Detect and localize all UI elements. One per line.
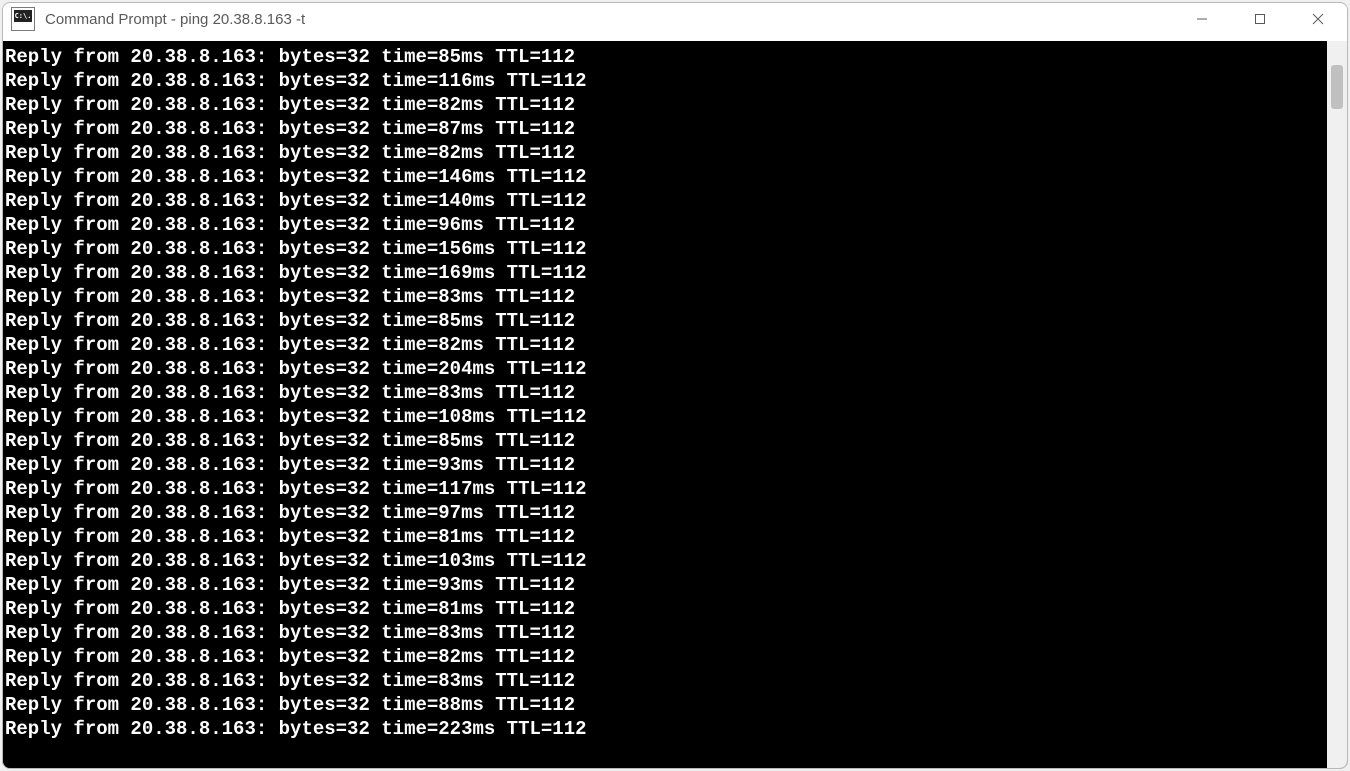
window-title: Command Prompt - ping 20.38.8.163 -t	[45, 11, 305, 28]
maximize-icon	[1254, 13, 1266, 25]
terminal-area: Reply from 20.38.8.163: bytes=32 time=85…	[3, 41, 1347, 768]
maximize-button[interactable]	[1231, 2, 1289, 38]
close-button[interactable]	[1289, 2, 1347, 38]
terminal-output[interactable]: Reply from 20.38.8.163: bytes=32 time=85…	[3, 41, 1327, 768]
scrollbar-thumb[interactable]	[1331, 65, 1343, 109]
close-icon	[1312, 13, 1324, 25]
window-controls	[1173, 2, 1347, 38]
minimize-button[interactable]	[1173, 2, 1231, 38]
titlebar[interactable]: C:\. Command Prompt - ping 20.38.8.163 -…	[3, 3, 1347, 41]
terminal-icon-label: C:\.	[15, 13, 32, 20]
minimize-icon	[1196, 13, 1208, 25]
command-prompt-window: C:\. Command Prompt - ping 20.38.8.163 -…	[2, 2, 1348, 769]
scrollbar-track[interactable]	[1327, 41, 1347, 768]
terminal-icon: C:\.	[11, 7, 35, 31]
